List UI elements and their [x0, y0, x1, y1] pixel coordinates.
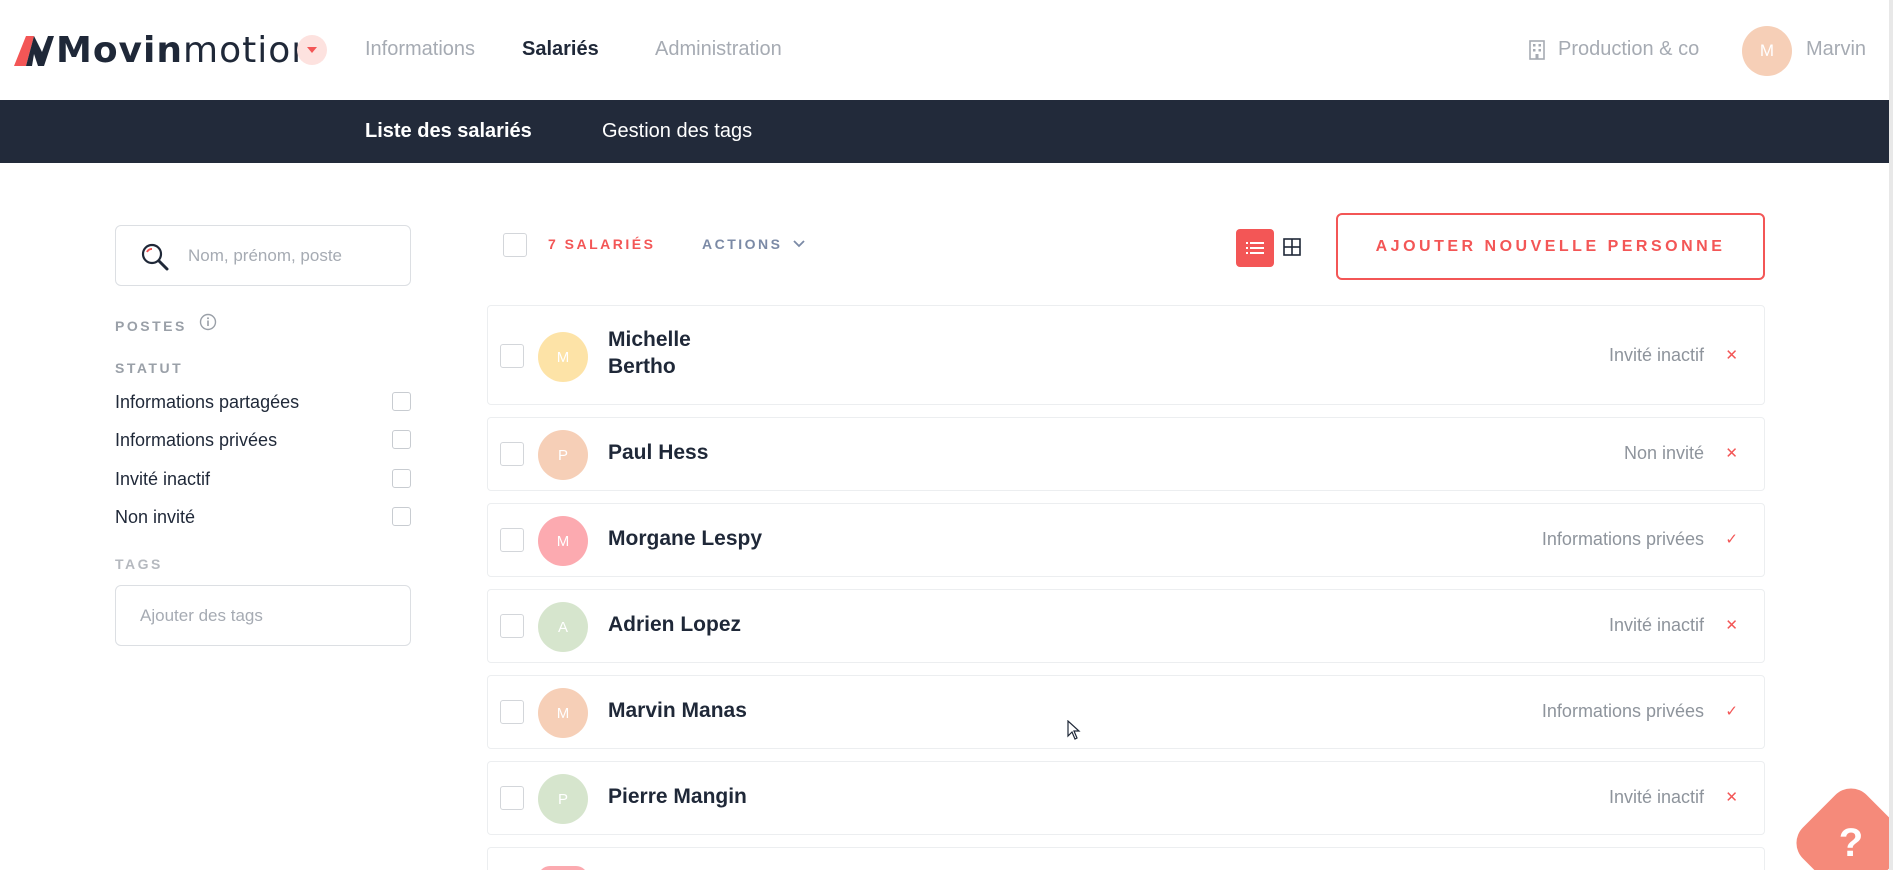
tab-liste-des-salaries[interactable]: Liste des salariés	[365, 120, 532, 143]
sub-navigation-bar: Liste des salariés Gestion des tags	[0, 100, 1890, 163]
employee-checkbox[interactable]	[500, 614, 524, 638]
movinmotion-logo-icon	[14, 36, 54, 66]
employee-name[interactable]: Pierre Mangin	[608, 783, 908, 810]
company-name: Production & co	[1558, 38, 1700, 60]
caret-down-icon	[307, 47, 317, 53]
building-icon	[1529, 39, 1545, 60]
statut-section-label: STATUT	[115, 360, 184, 376]
employee-name[interactable]: Marvin Manas	[608, 697, 908, 724]
status-check-icon: ✓	[1725, 703, 1738, 720]
employee-avatar: M	[538, 332, 588, 382]
employee-row[interactable]: M Michelle Bertho Invité inactif ✕	[487, 305, 1765, 405]
chevron-down-icon	[792, 240, 805, 248]
select-all-checkbox[interactable]	[503, 233, 527, 257]
top-navigation-bar: Movinmotion Informations Salariés Admini…	[0, 0, 1893, 100]
status-cross-icon: ✕	[1725, 445, 1738, 462]
help-button[interactable]: ?	[1787, 779, 1893, 870]
tab-gestion-des-tags[interactable]: Gestion des tags	[602, 120, 752, 143]
grid-view-icon[interactable]	[1283, 238, 1301, 256]
employee-row[interactable]: M Morgane Lespy Informations privées ✓	[487, 503, 1765, 577]
filter-checkbox[interactable]	[392, 469, 411, 488]
employee-status: Non invité	[1623, 443, 1704, 463]
search-icon	[141, 243, 169, 271]
employee-name[interactable]: Adrien Lopez	[608, 611, 908, 638]
filter-invite-inactif[interactable]: Invité inactif	[115, 467, 411, 491]
filter-informations-privees[interactable]: Informations privées	[115, 428, 411, 452]
tags-section-label: TAGS	[115, 556, 163, 572]
filter-non-invite[interactable]: Non invité	[115, 505, 411, 529]
status-check-icon: ✓	[1725, 531, 1738, 548]
question-mark-icon: ?	[1838, 820, 1864, 865]
postes-section-label: POSTES	[115, 318, 187, 334]
employee-status: Invité inactif	[1608, 345, 1704, 365]
employee-checkbox[interactable]	[500, 786, 524, 810]
add-new-person-button[interactable]: AJOUTER NOUVELLE PERSONNE	[1336, 213, 1765, 280]
status-cross-icon: ✕	[1725, 789, 1738, 806]
employee-row[interactable]: A Adrien Lopez Invité inactif ✕	[487, 589, 1765, 663]
employee-row[interactable]: M Marvin Manas Informations privées ✓	[487, 675, 1765, 749]
filter-label: Informations partagées	[115, 392, 300, 412]
brand-name: Movinmotion	[56, 29, 316, 71]
filter-label: Non invité	[115, 507, 196, 527]
status-cross-icon: ✕	[1725, 347, 1738, 364]
list-view-button[interactable]	[1236, 229, 1274, 267]
nav-informations[interactable]: Informations	[365, 38, 475, 61]
tags-input[interactable]	[140, 598, 390, 634]
app-switcher-button[interactable]	[297, 35, 327, 65]
employee-status: Informations privées	[1541, 529, 1704, 549]
company-selector[interactable]: Production & co	[1528, 38, 1699, 61]
employee-row[interactable]: P Pierre Mangin Invité inactif ✕	[487, 761, 1765, 835]
page-scrollbar[interactable]	[1889, 0, 1893, 870]
employee-status: Invité inactif	[1608, 787, 1704, 807]
user-name[interactable]: Marvin	[1806, 38, 1866, 61]
employee-checkbox[interactable]	[500, 528, 524, 552]
employee-avatar	[538, 866, 588, 870]
employee-name[interactable]: Michelle Bertho	[608, 326, 728, 380]
employee-name[interactable]: Morgane Lespy	[608, 525, 908, 552]
employee-count: 7 SALARIÉS	[548, 236, 656, 252]
employee-avatar: M	[538, 688, 588, 738]
employee-checkbox[interactable]	[500, 442, 524, 466]
employee-status: Invité inactif	[1608, 615, 1704, 635]
mouse-cursor-icon	[1067, 720, 1081, 740]
employee-checkbox[interactable]	[500, 344, 524, 368]
employee-status: Informations privées	[1541, 701, 1704, 721]
employee-row-partial[interactable]	[487, 847, 1765, 870]
filter-checkbox[interactable]	[392, 392, 411, 411]
search-input[interactable]	[188, 238, 398, 274]
employee-avatar: M	[538, 516, 588, 566]
employee-avatar: P	[538, 774, 588, 824]
list-icon	[1246, 242, 1264, 254]
employee-name[interactable]: Paul Hess	[608, 439, 908, 466]
filter-label: Informations privées	[115, 430, 278, 450]
employee-avatar: P	[538, 430, 588, 480]
tags-field[interactable]	[115, 585, 411, 646]
info-icon[interactable]	[199, 313, 217, 331]
filter-checkbox[interactable]	[392, 507, 411, 526]
employee-avatar: A	[538, 602, 588, 652]
brand-logo[interactable]: Movinmotion	[12, 22, 315, 78]
search-field[interactable]	[115, 225, 411, 286]
actions-label: ACTIONS	[702, 236, 783, 252]
status-cross-icon: ✕	[1725, 617, 1738, 634]
filter-informations-partagees[interactable]: Informations partagées	[115, 390, 411, 414]
employee-checkbox[interactable]	[500, 700, 524, 724]
nav-salaries[interactable]: Salariés	[522, 38, 599, 61]
actions-dropdown[interactable]: ACTIONS	[702, 236, 805, 252]
filter-checkbox[interactable]	[392, 430, 411, 449]
nav-administration[interactable]: Administration	[655, 38, 782, 61]
user-avatar[interactable]: M	[1742, 26, 1792, 76]
employee-row[interactable]: P Paul Hess Non invité ✕	[487, 417, 1765, 491]
filter-label: Invité inactif	[115, 469, 211, 489]
